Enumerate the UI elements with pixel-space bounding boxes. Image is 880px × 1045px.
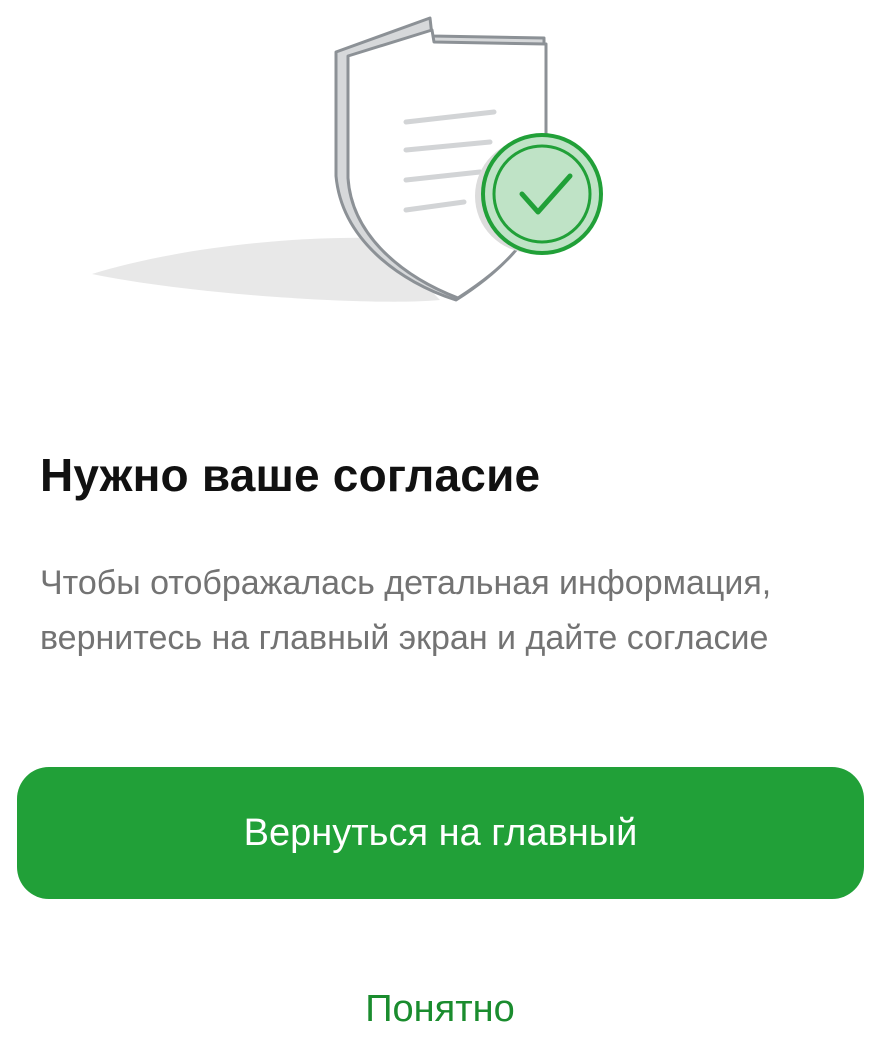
understood-button[interactable]: Понятно <box>290 978 590 1040</box>
shield-check-illustration <box>80 0 640 320</box>
dialog-description: Чтобы отображалась детальная информация,… <box>40 564 772 657</box>
return-to-main-button-label: Вернуться на главный <box>243 811 638 854</box>
shield-check-icon <box>92 16 603 302</box>
dialog-title: Нужно ваше согласие <box>40 449 541 501</box>
return-to-main-button[interactable]: Вернуться на главный <box>17 767 864 899</box>
understood-button-label: Понятно <box>365 987 515 1030</box>
